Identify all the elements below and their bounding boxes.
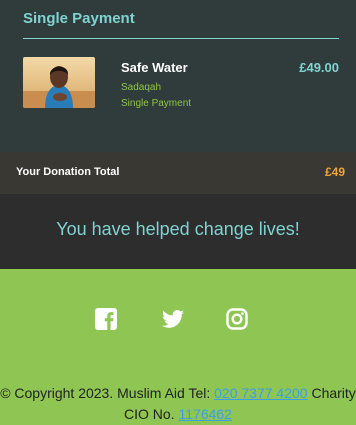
basket-heading: Single Payment	[23, 10, 135, 27]
donation-total-bar: Your Donation Total £49	[0, 152, 356, 194]
item-name: Safe Water	[121, 60, 188, 75]
item-frequency: Single Payment	[121, 98, 192, 109]
phone-link[interactable]: 020 7377 4200	[214, 385, 307, 401]
basket-section: Single Payment Safe Water Sadaqah Single…	[0, 0, 356, 152]
instagram-icon[interactable]	[225, 307, 249, 331]
thank-you-message: You have helped change lives!	[56, 219, 300, 239]
thank-you-banner: You have helped change lives!	[0, 194, 356, 269]
item-price: £49.00	[299, 60, 339, 75]
twitter-icon[interactable]	[161, 307, 185, 331]
facebook-icon[interactable]	[94, 307, 118, 331]
charity-number-link[interactable]: 1176462	[179, 406, 232, 422]
copyright-prefix: © Copyright 2023. Muslim Aid Tel:	[0, 385, 215, 401]
total-label: Your Donation Total	[16, 166, 120, 178]
item-category: Sadaqah	[121, 82, 162, 93]
heading-divider	[23, 38, 339, 39]
item-thumbnail	[23, 57, 95, 108]
site-footer: © Copyright 2023. Muslim Aid Tel: 020 73…	[0, 269, 356, 425]
copyright-text: © Copyright 2023. Muslim Aid Tel: 020 73…	[0, 383, 356, 425]
total-amount: £49	[324, 165, 345, 179]
